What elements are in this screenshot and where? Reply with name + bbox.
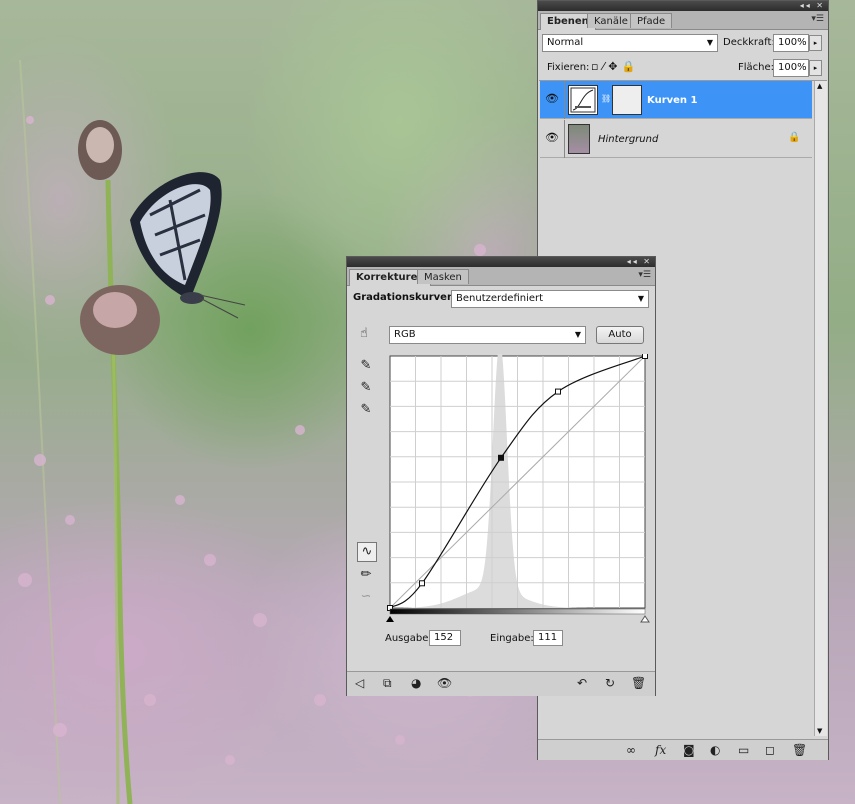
layer-list-scrollbar[interactable]: ▲ ▼ bbox=[814, 81, 827, 736]
visibility-icon[interactable]: ◕ bbox=[411, 676, 421, 690]
back-arrow-icon[interactable]: ◁ bbox=[355, 676, 364, 690]
white-point-eyedropper-icon[interactable]: ✎ bbox=[357, 401, 375, 419]
curves-graph[interactable] bbox=[385, 354, 651, 626]
input-input[interactable]: 111 bbox=[533, 630, 563, 646]
new-layer-icon[interactable]: ◻ bbox=[765, 743, 775, 757]
chevron-down-icon: ▼ bbox=[637, 294, 644, 303]
layer-row-kurven[interactable]: 👁 ⛓ Kurven 1 bbox=[540, 81, 812, 119]
curve-control-point[interactable] bbox=[419, 580, 425, 587]
eye-icon[interactable]: 👁 bbox=[437, 676, 452, 690]
chain-link-icon[interactable]: ⛓ bbox=[601, 94, 611, 103]
panel-menu-icon[interactable]: ▾☰ bbox=[638, 270, 651, 280]
curves-adjustment-icon bbox=[568, 85, 598, 115]
layer-name-kurven[interactable]: Kurven 1 bbox=[647, 95, 697, 106]
collapse-close-icons[interactable]: ◂◂ ✕ bbox=[800, 1, 825, 11]
layer-name-hintergrund[interactable]: Hintergrund bbox=[598, 134, 658, 145]
chevron-down-icon: ▼ bbox=[574, 330, 581, 339]
adjustments-titlebar[interactable]: ◂◂ ✕ bbox=[347, 257, 655, 267]
reset-icon[interactable]: ↻ bbox=[605, 676, 615, 690]
image-thumbnail bbox=[568, 124, 590, 154]
output-input[interactable]: 152 bbox=[429, 630, 461, 646]
curve-control-point[interactable] bbox=[642, 354, 648, 359]
adjustments-tab-row: Korrekturen Masken ▾☰ bbox=[347, 267, 655, 286]
white-point-slider[interactable] bbox=[640, 615, 650, 623]
tab-kanaele[interactable]: Kanäle bbox=[587, 13, 635, 28]
eye-icon[interactable]: 👁 bbox=[544, 130, 560, 146]
curve-control-point[interactable] bbox=[498, 454, 504, 461]
curve-control-point[interactable] bbox=[555, 388, 561, 395]
mask-icon[interactable]: ◙ bbox=[683, 743, 695, 757]
adjustments-footer: ◁ ⧉ ◕ 👁 ↶ ↻ 🗑 bbox=[347, 671, 655, 696]
layer-mask-thumbnail[interactable] bbox=[612, 85, 642, 115]
clip-icon[interactable]: ⧉ bbox=[383, 676, 392, 690]
tonal-gradient-bar bbox=[389, 608, 646, 615]
auto-button[interactable]: Auto bbox=[596, 326, 644, 344]
adjustment-icon[interactable]: ◐ bbox=[710, 743, 720, 757]
output-label: Ausgabe: bbox=[385, 633, 432, 644]
panel-menu-icon[interactable]: ▾☰ bbox=[811, 14, 824, 24]
panel-title: Gradationskurven bbox=[353, 292, 455, 303]
lock-icon: 🔒 bbox=[788, 132, 801, 143]
preset-select[interactable]: Benutzerdefiniert ▼ bbox=[451, 290, 649, 308]
opacity-label: Deckkraft: bbox=[723, 37, 775, 48]
group-folder-icon[interactable]: ▭ bbox=[738, 743, 749, 757]
layers-tab-row: Ebenen Kanäle Pfade ▾☰ bbox=[538, 11, 828, 30]
black-point-slider[interactable] bbox=[386, 616, 394, 622]
reset-previous-icon[interactable]: ↶ bbox=[577, 676, 587, 690]
opacity-input[interactable]: 100% bbox=[773, 34, 809, 52]
fill-slider-button[interactable]: ▸ bbox=[809, 60, 822, 76]
adjustments-panel: ◂◂ ✕ Korrekturen Masken ▾☰ Gradationskur… bbox=[346, 256, 656, 696]
lock-label: Fixieren: bbox=[547, 62, 590, 73]
layer-row-hintergrund[interactable]: 👁 Hintergrund 🔒 bbox=[540, 120, 812, 158]
tab-pfade[interactable]: Pfade bbox=[630, 13, 673, 28]
fill-label: Fläche: bbox=[738, 62, 775, 73]
trash-icon[interactable]: 🗑 bbox=[792, 743, 807, 757]
eye-icon[interactable]: 👁 bbox=[544, 91, 560, 107]
preset-value: Benutzerdefiniert bbox=[456, 293, 544, 304]
link-icon[interactable]: ∞ bbox=[626, 743, 636, 757]
gray-point-eyedropper-icon[interactable]: ✎ bbox=[357, 379, 375, 397]
black-point-eyedropper-icon[interactable]: ✎ bbox=[357, 357, 375, 375]
blend-mode-select[interactable]: Normal ▼ bbox=[542, 34, 718, 52]
channel-value: RGB bbox=[394, 329, 416, 340]
target-adjust-hand-icon[interactable]: ☝ bbox=[355, 325, 373, 343]
tab-masken[interactable]: Masken bbox=[417, 269, 469, 284]
fill-input[interactable]: 100% bbox=[773, 59, 809, 77]
blend-mode-value: Normal bbox=[547, 37, 584, 48]
collapse-close-icons[interactable]: ◂◂ ✕ bbox=[627, 257, 652, 267]
layers-footer: ∞ fx ◙ ◐ ▭ ◻ 🗑 bbox=[538, 739, 828, 760]
channel-select[interactable]: RGB ▼ bbox=[389, 326, 586, 344]
pencil-icon[interactable]: ✏ bbox=[357, 566, 375, 584]
trash-icon[interactable]: 🗑 bbox=[631, 676, 646, 690]
fx-icon[interactable]: fx bbox=[655, 743, 666, 757]
chevron-down-icon: ▼ bbox=[706, 38, 713, 47]
layers-panel-titlebar[interactable]: ◂◂ ✕ bbox=[538, 1, 828, 11]
lock-icons[interactable]: ▫⁄✥🔒 bbox=[591, 60, 639, 73]
opacity-slider-button[interactable]: ▸ bbox=[809, 35, 822, 51]
smooth-icon: ∽ bbox=[360, 589, 372, 604]
input-label: Eingabe: bbox=[490, 633, 534, 644]
curve-edit-icon[interactable]: ∿ bbox=[357, 542, 377, 562]
